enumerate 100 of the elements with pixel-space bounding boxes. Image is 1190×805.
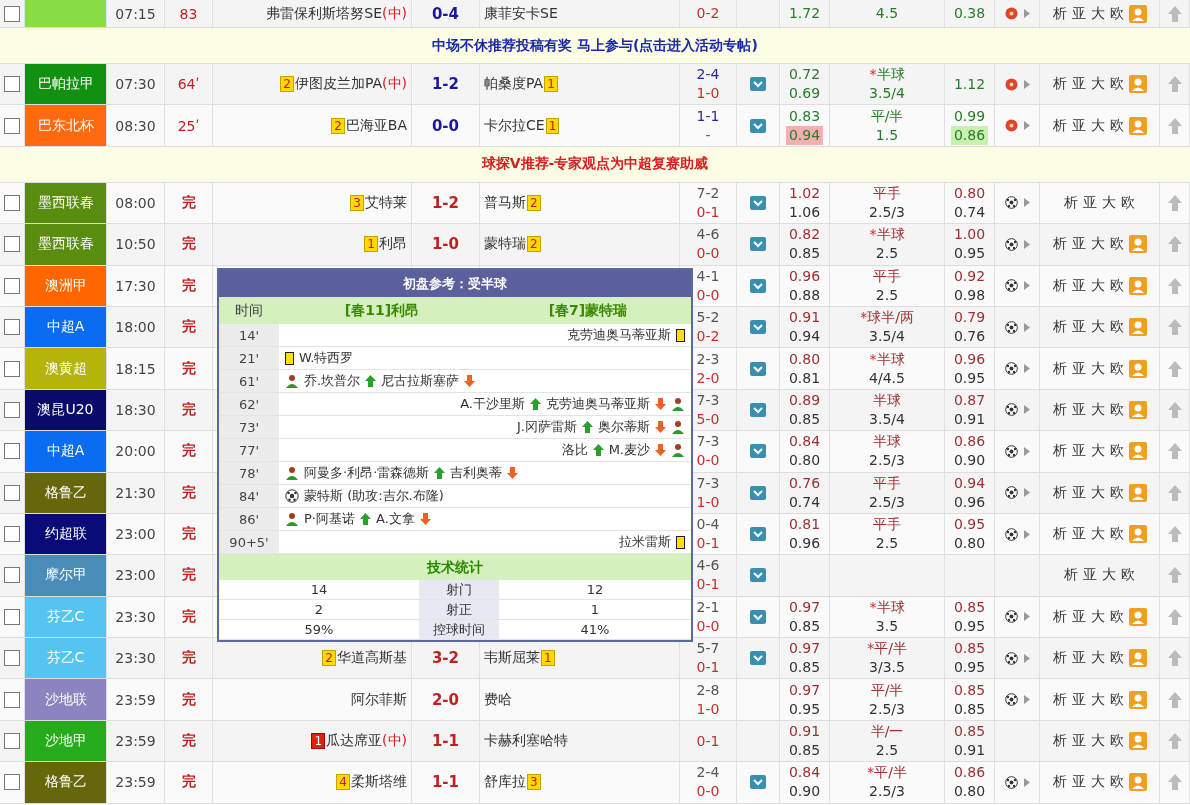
analysis-link[interactable]: 欧 <box>1121 566 1135 585</box>
analysis-link[interactable]: 析 <box>1052 690 1067 709</box>
checkbox[interactable] <box>4 691 20 708</box>
analysis-link[interactable]: 亚 <box>1071 607 1086 626</box>
ball-icon[interactable] <box>1004 444 1018 458</box>
expand-icon[interactable] <box>750 361 766 376</box>
analysis-link[interactable]: 亚 <box>1083 566 1097 585</box>
analysis-link[interactable]: 大 <box>1090 607 1105 626</box>
checkbox[interactable] <box>4 236 20 253</box>
expand-icon[interactable] <box>750 320 766 335</box>
banner-link[interactable]: 球探V推荐-专家观点为中超复赛助威 <box>481 155 709 174</box>
analysis-link[interactable]: 析 <box>1052 400 1067 419</box>
analysis-link[interactable]: 欧 <box>1109 318 1124 337</box>
analysis-link[interactable]: 亚 <box>1071 773 1086 792</box>
checkbox[interactable] <box>4 774 20 791</box>
expand-icon[interactable] <box>750 444 766 459</box>
analysis-link[interactable]: 亚 <box>1071 359 1086 378</box>
analysis-link[interactable]: 大 <box>1090 235 1105 254</box>
up-arrow-icon[interactable] <box>1167 526 1182 543</box>
expand-icon[interactable] <box>750 609 766 624</box>
ball-icon[interactable] <box>1004 362 1018 376</box>
triangle-icon[interactable] <box>1023 281 1030 291</box>
analysis-link[interactable]: 欧 <box>1109 525 1124 544</box>
analysis-link[interactable]: 析 <box>1052 318 1067 337</box>
up-arrow-icon[interactable] <box>1167 650 1182 667</box>
analysis-link[interactable]: 亚 <box>1071 400 1086 419</box>
triangle-icon[interactable] <box>1023 239 1030 249</box>
person-icon[interactable] <box>1128 235 1147 254</box>
analysis-link[interactable]: 析 <box>1052 75 1067 94</box>
ball-icon[interactable] <box>1004 527 1018 541</box>
triangle-icon[interactable] <box>1023 405 1030 415</box>
person-icon[interactable] <box>1128 649 1147 668</box>
person-icon[interactable] <box>1128 276 1147 295</box>
analysis-link[interactable]: 析 <box>1052 649 1067 668</box>
up-arrow-icon[interactable] <box>1167 733 1182 750</box>
checkbox[interactable] <box>4 360 20 377</box>
analysis-link[interactable]: 欧 <box>1109 773 1124 792</box>
person-icon[interactable] <box>1128 483 1147 502</box>
analysis-link[interactable]: 欧 <box>1109 359 1124 378</box>
checkbox[interactable] <box>4 194 20 211</box>
up-arrow-icon[interactable] <box>1167 277 1182 294</box>
analysis-link[interactable]: 大 <box>1090 75 1105 94</box>
up-arrow-icon[interactable] <box>1167 484 1182 501</box>
triangle-icon[interactable] <box>1023 777 1030 787</box>
analysis-link[interactable]: 大 <box>1090 4 1105 23</box>
analysis-link[interactable]: 亚 <box>1071 116 1086 135</box>
analysis-link[interactable]: 亚 <box>1071 75 1086 94</box>
analysis-link[interactable]: 析 <box>1052 116 1067 135</box>
analysis-link[interactable]: 析 <box>1052 4 1067 23</box>
checkbox[interactable] <box>4 5 20 22</box>
analysis-link[interactable]: 大 <box>1090 732 1105 751</box>
analysis-link[interactable]: 亚 <box>1071 318 1086 337</box>
analysis-link[interactable]: 欧 <box>1109 75 1124 94</box>
expand-icon[interactable] <box>750 237 766 252</box>
checkbox[interactable] <box>4 443 20 460</box>
up-arrow-icon[interactable] <box>1167 567 1182 584</box>
analysis-link[interactable]: 大 <box>1090 525 1105 544</box>
analysis-link[interactable]: 析 <box>1052 235 1067 254</box>
triangle-icon[interactable] <box>1023 198 1030 208</box>
analysis-link[interactable]: 欧 <box>1109 690 1124 709</box>
expand-icon[interactable] <box>750 485 766 500</box>
person-icon[interactable] <box>1128 690 1147 709</box>
triangle-icon[interactable] <box>1023 9 1030 18</box>
analysis-link[interactable]: 欧 <box>1109 400 1124 419</box>
triangle-icon[interactable] <box>1023 488 1030 498</box>
ball-icon[interactable] <box>1004 775 1018 789</box>
person-icon[interactable] <box>1128 525 1147 544</box>
person-icon[interactable] <box>1128 75 1147 94</box>
analysis-link[interactable]: 大 <box>1090 483 1105 502</box>
checkbox[interactable] <box>4 733 20 750</box>
person-icon[interactable] <box>1128 359 1147 378</box>
analysis-link[interactable]: 亚 <box>1071 276 1086 295</box>
triangle-icon[interactable] <box>1023 446 1030 456</box>
up-arrow-icon[interactable] <box>1167 76 1182 93</box>
expand-icon[interactable] <box>750 775 766 790</box>
checkbox[interactable] <box>4 484 20 501</box>
analysis-link[interactable]: 大 <box>1090 690 1105 709</box>
expand-icon[interactable] <box>750 278 766 293</box>
ball-icon[interactable] <box>1004 320 1018 334</box>
up-arrow-icon[interactable] <box>1167 443 1182 460</box>
person-icon[interactable] <box>1128 607 1147 626</box>
person-icon[interactable] <box>1128 442 1147 461</box>
analysis-link[interactable]: 亚 <box>1071 690 1086 709</box>
analysis-link[interactable]: 大 <box>1090 442 1105 461</box>
analysis-link[interactable]: 析 <box>1052 732 1067 751</box>
analysis-link[interactable]: 析 <box>1052 359 1067 378</box>
ball-icon[interactable] <box>1004 403 1018 417</box>
analysis-link[interactable]: 欧 <box>1109 442 1124 461</box>
expand-icon[interactable] <box>750 527 766 542</box>
triangle-icon[interactable] <box>1023 695 1030 705</box>
analysis-link[interactable]: 析 <box>1052 525 1067 544</box>
checkbox[interactable] <box>4 567 20 584</box>
checkbox[interactable] <box>4 277 20 294</box>
analysis-link[interactable]: 欧 <box>1109 276 1124 295</box>
analysis-link[interactable]: 大 <box>1090 400 1105 419</box>
analysis-link[interactable]: 亚 <box>1083 193 1097 212</box>
person-icon[interactable] <box>1128 116 1147 135</box>
analysis-link[interactable]: 亚 <box>1071 525 1086 544</box>
analysis-link[interactable]: 析 <box>1064 566 1078 585</box>
analysis-link[interactable]: 析 <box>1064 193 1078 212</box>
